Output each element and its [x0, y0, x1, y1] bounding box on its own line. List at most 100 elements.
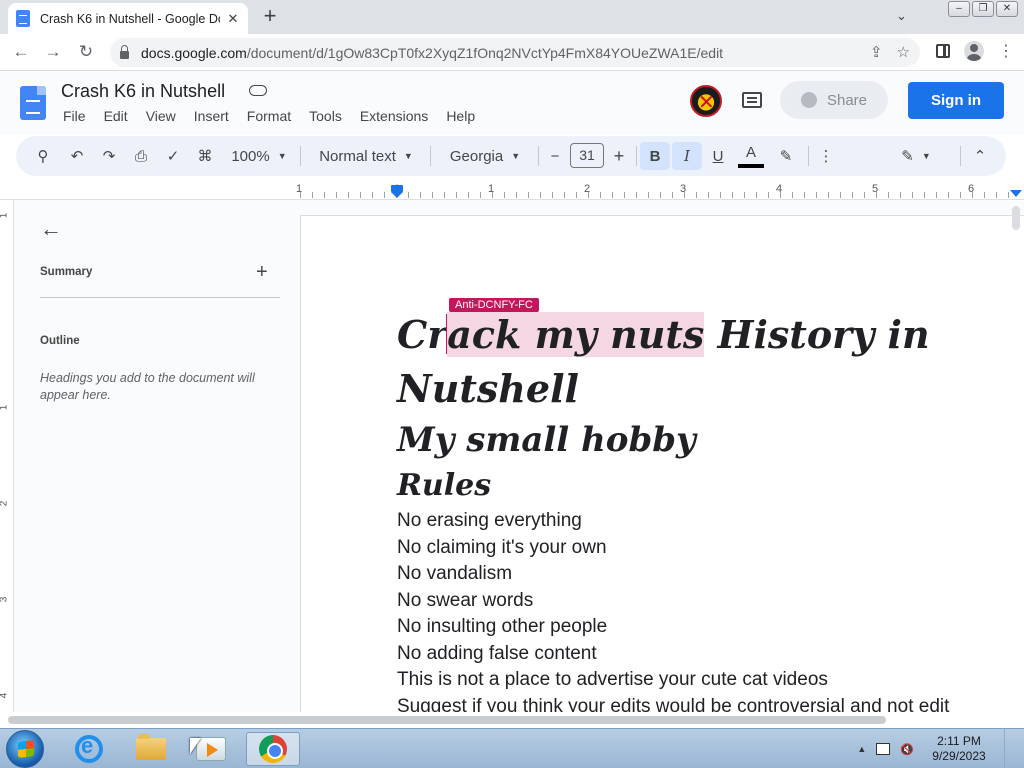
first-line-indent-handle[interactable]	[391, 185, 403, 192]
italic-button[interactable]: I	[672, 142, 702, 170]
vertical-ruler[interactable]: 1 1 2 3 4	[0, 200, 14, 712]
document-outline-panel: ← Summary + Outline Headings you add to …	[14, 200, 300, 712]
rules-list[interactable]: No erasing everything No claiming it's y…	[397, 508, 1017, 712]
reload-button[interactable]: ↻	[75, 42, 97, 62]
document-heading-line-2[interactable]: Nutshell	[397, 362, 1017, 416]
document-heading[interactable]: Crack my nuts History in	[397, 308, 1017, 362]
highlighted-selection[interactable]: ack my nuts	[447, 312, 705, 357]
new-tab-button[interactable]: +	[258, 4, 282, 28]
system-clock[interactable]: 2:11 PM 9/29/2023	[924, 734, 994, 764]
windows-start-button[interactable]	[6, 730, 44, 768]
close-outline-icon[interactable]: ←	[40, 216, 62, 242]
side-panel-icon[interactable]	[936, 44, 950, 58]
menu-help[interactable]: Help	[446, 108, 475, 124]
toolbar-divider	[538, 146, 539, 166]
paragraph-style-select[interactable]: Normal text ▼	[314, 136, 418, 176]
docs-home-logo-icon[interactable]	[20, 86, 46, 120]
minimize-button[interactable]: ‒	[948, 1, 970, 17]
browser-tab[interactable]: Crash K6 in Nutshell - Google Docs ✕	[8, 3, 248, 34]
url-text: docs.google.com/document/d/1gOw83CpT0fx2…	[141, 44, 724, 61]
editing-mode-button[interactable]: ✎ ▼	[896, 136, 936, 176]
zoom-select[interactable]: 100% ▼	[228, 136, 290, 176]
lock-icon[interactable]	[120, 44, 129, 59]
left-indent-handle[interactable]	[391, 192, 403, 198]
bookmark-star-icon[interactable]: ☆	[897, 43, 910, 61]
menu-view[interactable]: View	[146, 108, 176, 124]
redo-icon[interactable]: ↷	[98, 136, 120, 176]
outline-empty-hint: Headings you add to the document will ap…	[40, 371, 255, 402]
menu-tools[interactable]: Tools	[309, 108, 342, 124]
add-summary-button[interactable]: +	[256, 261, 268, 284]
list-item[interactable]: This is not a place to advertise your cu…	[397, 667, 1017, 694]
show-hidden-icons-icon[interactable]: ▲	[857, 744, 866, 754]
text-color-button[interactable]: A	[738, 140, 764, 168]
document-title[interactable]: Crash K6 in Nutshell	[61, 81, 225, 102]
share-button[interactable]: Share	[780, 81, 888, 119]
highlight-color-icon[interactable]: ✎	[774, 136, 798, 176]
docs-header: Crash K6 in Nutshell File Edit View Inse…	[0, 71, 1024, 135]
menu-edit[interactable]: Edit	[104, 108, 128, 124]
menu-file[interactable]: File	[63, 108, 86, 124]
vertical-scrollbar[interactable]	[1012, 206, 1020, 230]
share-page-icon[interactable]: ⇪	[870, 43, 883, 61]
menu-insert[interactable]: Insert	[194, 108, 229, 124]
taskbar-chrome[interactable]	[246, 732, 300, 766]
forward-button[interactable]: →	[42, 42, 64, 62]
right-indent-handle[interactable]	[1010, 190, 1022, 197]
ruler-label: 3	[0, 597, 9, 603]
print-icon[interactable]: ⎙	[130, 136, 152, 176]
close-window-button[interactable]: ✕	[996, 1, 1018, 17]
window-controls: ‒ ❐ ✕	[948, 1, 1018, 17]
internet-explorer-icon	[75, 733, 103, 763]
comments-icon[interactable]	[742, 92, 762, 108]
list-item[interactable]: No claiming it's your own	[397, 535, 1017, 562]
hide-menus-button[interactable]: ⌃	[968, 136, 992, 176]
volume-muted-icon[interactable]: 🔇	[900, 743, 914, 756]
increase-font-size-button[interactable]: +	[610, 136, 628, 176]
network-icon[interactable]	[876, 743, 891, 755]
list-item[interactable]: No swear words	[397, 588, 1017, 615]
subtitle-heading[interactable]: My small hobby	[397, 416, 1017, 464]
font-size-input[interactable]: 31	[570, 143, 604, 168]
ruler-label: 1	[0, 405, 9, 411]
underline-button[interactable]: U	[706, 136, 730, 176]
list-item[interactable]: No erasing everything	[397, 508, 1017, 535]
back-button[interactable]: ←	[10, 42, 32, 62]
menu-extensions[interactable]: Extensions	[360, 108, 428, 124]
list-item[interactable]: No insulting other people	[397, 614, 1017, 641]
sign-in-button[interactable]: Sign in	[908, 82, 1004, 119]
profile-avatar-icon[interactable]	[964, 41, 984, 61]
cloud-status-icon[interactable]	[249, 85, 267, 96]
bold-button[interactable]: B	[640, 142, 670, 170]
ruler-ticks	[300, 192, 1020, 198]
address-bar[interactable]: docs.google.com/document/d/1gOw83CpT0fx2…	[110, 38, 920, 67]
more-options-button[interactable]: ⋮	[816, 136, 836, 176]
show-desktop-button[interactable]	[1004, 729, 1016, 768]
list-item[interactable]: No vandalism	[397, 561, 1017, 588]
spellcheck-icon[interactable]: ✓	[162, 136, 184, 176]
menu-format[interactable]: Format	[247, 108, 291, 124]
taskbar-file-explorer[interactable]	[124, 732, 178, 766]
decrease-font-size-button[interactable]: −	[546, 136, 564, 176]
maximize-button[interactable]: ❐	[972, 1, 994, 17]
document-body[interactable]: Anti-DCNFY-FC Crack my nuts History in N…	[397, 298, 1017, 712]
anonymous-user-avatar[interactable]	[690, 85, 722, 117]
paint-format-icon[interactable]: ⌘	[194, 136, 216, 176]
chrome-menu-icon[interactable]: ⋮	[998, 41, 1014, 61]
document-page[interactable]: Anti-DCNFY-FC Crack my nuts History in N…	[300, 215, 1024, 712]
list-item[interactable]: Suggest if you think your edits would be…	[397, 694, 1017, 713]
search-menus-icon[interactable]: ⚲	[32, 136, 54, 176]
font-family-select[interactable]: Georgia ▼	[444, 136, 526, 176]
taskbar-internet-explorer[interactable]	[62, 732, 116, 766]
globe-icon	[800, 92, 817, 108]
share-label: Share	[826, 91, 868, 109]
ruler-label: 2	[0, 501, 9, 507]
list-item[interactable]: No adding false content	[397, 641, 1017, 668]
horizontal-ruler[interactable]: 1 1 1 2 3 4 5 6	[0, 180, 1024, 200]
close-tab-icon[interactable]: ✕	[226, 11, 240, 27]
horizontal-scrollbar[interactable]	[8, 716, 886, 724]
undo-icon[interactable]: ↶	[66, 136, 88, 176]
ruler-label: 1	[0, 213, 9, 219]
rules-heading[interactable]: Rules	[397, 464, 1017, 508]
tab-search-icon[interactable]: ⌄	[896, 8, 907, 24]
